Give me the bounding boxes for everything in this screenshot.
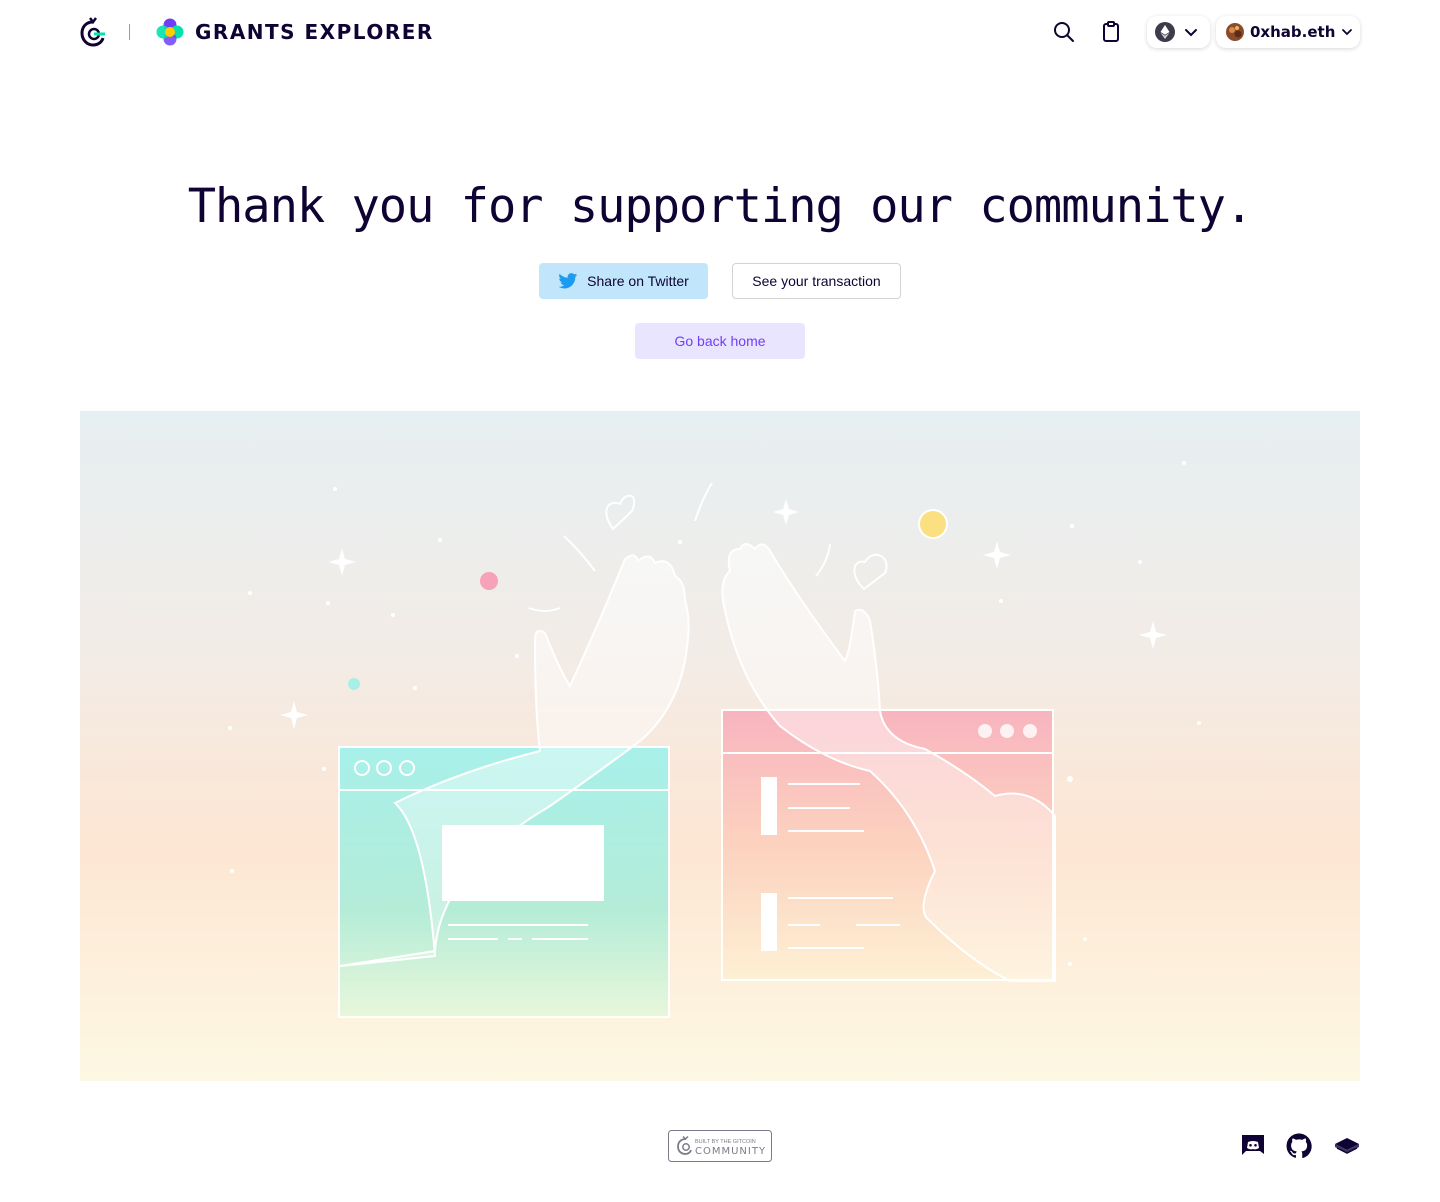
network-selector[interactable]	[1147, 16, 1210, 48]
clipboard-icon[interactable]	[1099, 20, 1123, 44]
twitter-icon	[558, 273, 578, 289]
chevron-down-icon	[1342, 29, 1353, 36]
built-by-gitcoin-badge[interactable]: BUILT BY THE GITCOIN COMMUNITY	[668, 1130, 772, 1162]
badge-top-text: BUILT BY THE GITCOIN	[695, 1139, 756, 1145]
ethereum-icon	[1155, 22, 1175, 42]
thank-you-illustration	[80, 411, 1360, 1081]
avatar	[1226, 23, 1244, 41]
share-twitter-label: Share on Twitter	[587, 273, 689, 289]
account-button[interactable]: 0xhab.eth	[1216, 16, 1360, 48]
share-twitter-button[interactable]: Share on Twitter	[539, 263, 708, 299]
gitcoin-logo[interactable]	[79, 16, 107, 48]
see-transaction-button[interactable]: See your transaction	[732, 263, 901, 299]
github-icon[interactable]	[1286, 1133, 1312, 1159]
header-divider	[129, 24, 130, 40]
chevron-down-icon	[1185, 29, 1197, 37]
page-title: Thank you for supporting our community.	[187, 179, 1254, 234]
grants-explorer-flower-icon	[156, 18, 184, 46]
badge-bottom-text: COMMUNITY	[695, 1146, 766, 1157]
brand-name[interactable]: GRANTS EXPLORER	[195, 20, 434, 44]
top-nav: GRANTS EXPLORER 0xhab.eth	[0, 0, 1440, 64]
discord-icon[interactable]	[1240, 1133, 1266, 1159]
account-name: 0xhab.eth	[1250, 23, 1336, 41]
docs-icon[interactable]	[1334, 1133, 1360, 1159]
go-back-home-button[interactable]: Go back home	[635, 323, 805, 359]
go-back-home-label: Go back home	[674, 333, 766, 349]
search-icon[interactable]	[1052, 20, 1076, 44]
see-transaction-label: See your transaction	[752, 273, 881, 289]
